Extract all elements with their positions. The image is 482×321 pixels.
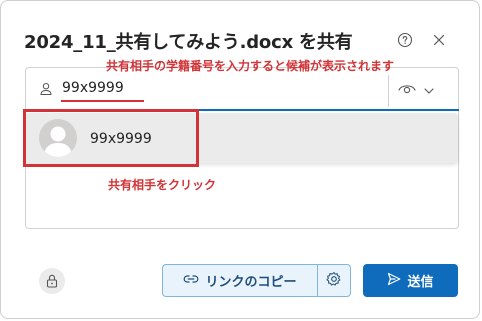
send-button[interactable]: 送信 — [363, 264, 458, 297]
dialog-title: 2024_11_共有してみよう.docx を共有 — [24, 32, 353, 53]
gear-icon — [326, 271, 342, 291]
annotation-click-person: 共有相手をクリック — [108, 178, 217, 192]
divider — [388, 75, 389, 107]
permission-dropdown[interactable] — [398, 78, 446, 100]
close-icon[interactable] — [430, 31, 448, 49]
send-icon — [387, 272, 401, 290]
link-icon — [183, 273, 199, 288]
send-label: 送信 — [407, 275, 434, 290]
lock-icon[interactable] — [39, 268, 65, 294]
chevron-down-icon — [424, 80, 434, 99]
people-search-input[interactable] — [62, 80, 162, 96]
avatar — [39, 119, 77, 157]
person-icon — [39, 81, 53, 95]
eye-icon — [398, 80, 416, 99]
link-settings-button[interactable] — [317, 264, 351, 297]
share-dialog: 2024_11_共有してみよう.docx を共有 99x9999 共有相手の学籍… — [0, 0, 480, 319]
copy-link-label: リンクのコピー — [205, 275, 297, 290]
question-circle-icon[interactable] — [396, 31, 414, 49]
spellcheck-underline — [61, 100, 144, 102]
suggestion-name: 99x9999 — [90, 131, 152, 147]
suggestion-item[interactable]: 99x9999 — [25, 113, 458, 163]
annotation-enter-id: 共有相手の学籍番号を入力すると候補が表示されます — [106, 59, 395, 73]
copy-link-button[interactable]: リンクのコピー — [162, 264, 317, 297]
